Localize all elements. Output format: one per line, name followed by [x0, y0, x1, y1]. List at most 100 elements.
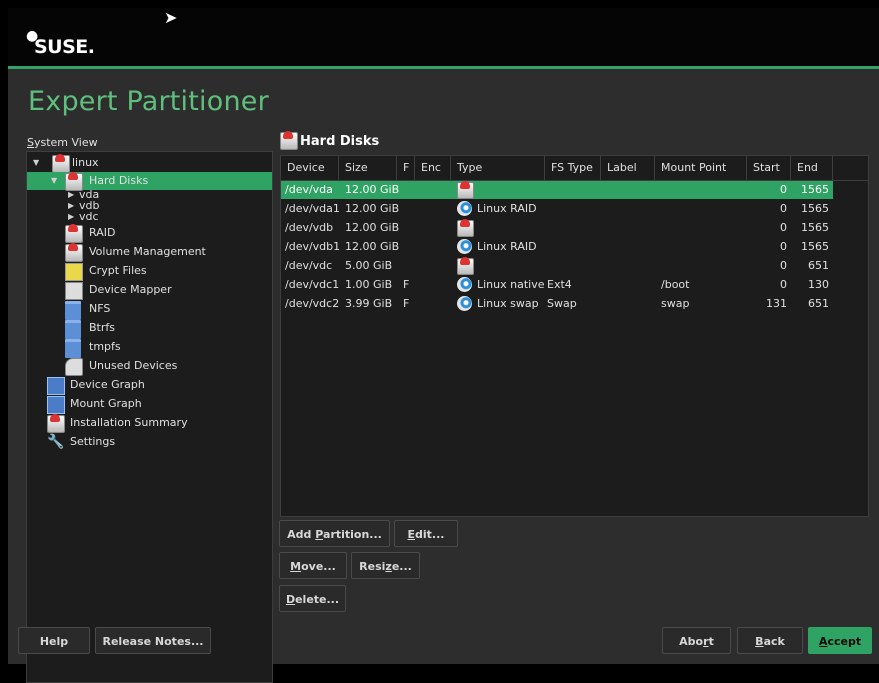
- table-row[interactable]: /dev/vdb1 12.00 GiB Linux RAID 0 1565: [281, 238, 833, 256]
- collapsed-arrow-icon[interactable]: ▶: [68, 211, 74, 223]
- table-row[interactable]: /dev/vdc2 3.99 GiB F Linux swap Swap swap 131 6…: [281, 295, 833, 313]
- tree-item-linux[interactable]: ▼ linux: [27, 154, 272, 173]
- tree-label-raid: RAID: [89, 226, 116, 239]
- main-area: Expert Partitioner System View ▼ linux ▼…: [8, 69, 879, 683]
- disk-icon: [457, 181, 474, 199]
- column-header[interactable]: Type: [451, 156, 545, 180]
- device-graph-icon: [47, 377, 65, 395]
- cell-start: 0: [780, 183, 787, 196]
- volume-management-icon: [65, 243, 83, 262]
- system-view-mnemonic: S: [27, 136, 34, 149]
- cell-type: Linux native: [477, 278, 545, 291]
- table-row[interactable]: /dev/vdb 12.00 GiB 0 1565: [281, 219, 833, 237]
- column-header[interactable]: End: [791, 156, 833, 180]
- column-header[interactable]: Enc: [415, 156, 451, 180]
- expand-arrow-icon[interactable]: ▼: [51, 172, 57, 190]
- tree-item-vdc[interactable]: ▶ vdc: [27, 211, 227, 223]
- table-row[interactable]: /dev/vda 12.00 GiB 0 1565: [281, 181, 833, 199]
- expand-arrow-icon[interactable]: ▼: [33, 154, 39, 172]
- resize-button[interactable]: Resize...: [351, 552, 420, 579]
- help-button[interactable]: Help: [18, 627, 90, 654]
- table-header: Device Size F Enc Type FS Type Label Mou…: [281, 156, 868, 181]
- button-text: elete...: [295, 593, 340, 606]
- tree-item-raid[interactable]: RAID: [27, 224, 247, 243]
- button-text: Add: [287, 528, 316, 541]
- tree-label-crypt-files: Crypt Files: [89, 264, 147, 277]
- cell-start: 131: [766, 297, 787, 310]
- tree-label-device-mapper: Device Mapper: [89, 283, 172, 296]
- cell-type: Linux RAID: [477, 202, 537, 215]
- partition-table[interactable]: Device Size F Enc Type FS Type Label Mou…: [280, 155, 869, 517]
- button-text: ack: [763, 635, 785, 648]
- table-row[interactable]: /dev/vdc1 1.00 GiB F Linux native Ext4/boot 0…: [281, 276, 833, 294]
- hard-disks-header-icon: [280, 131, 298, 150]
- button-text: dit...: [415, 528, 445, 541]
- tree-label-mount-graph: Mount Graph: [70, 397, 142, 410]
- tree-label-installation-summary: Installation Summary: [70, 416, 188, 429]
- tmpfs-folder-icon: [65, 339, 81, 358]
- button-text: ccept: [827, 635, 862, 648]
- column-header[interactable]: F: [397, 156, 415, 180]
- accept-button[interactable]: Accept: [808, 627, 872, 654]
- tree-label-btrfs: Btrfs: [89, 321, 115, 334]
- cell-f: F: [403, 297, 410, 310]
- tree-item-device-mapper[interactable]: Device Mapper: [27, 281, 247, 300]
- tree-label-unused-devices: Unused Devices: [89, 359, 178, 372]
- cell-device: /dev/vdc: [285, 259, 333, 272]
- mount-graph-icon: [47, 396, 65, 414]
- system-view-label: System View: [27, 136, 98, 149]
- suse-logo-text: SUSE.: [34, 36, 95, 58]
- button-text: e...: [391, 560, 412, 573]
- cell-end: 1565: [801, 183, 829, 196]
- tree-label-vdc: vdc: [79, 210, 99, 223]
- button-text: t: [708, 635, 714, 648]
- button-mnemonic: B: [755, 635, 764, 648]
- back-button[interactable]: Back: [737, 627, 803, 654]
- column-header[interactable]: Device: [281, 156, 339, 180]
- tree-item-tmpfs[interactable]: tmpfs: [27, 338, 247, 358]
- tree-item-mount-graph[interactable]: Mount Graph: [27, 395, 247, 414]
- cell-start: 0: [780, 221, 787, 234]
- system-view-tree[interactable]: ▼ linux ▼ Hard Disks ▶ vda ▶ vdb ▶ vdc R…: [26, 151, 273, 683]
- cell-fs-type: Swap: [547, 297, 577, 310]
- button-text: Resi: [359, 560, 386, 573]
- delete-button[interactable]: Delete...: [279, 585, 346, 612]
- suse-header-bar: ● SUSE.: [8, 8, 879, 66]
- tree-item-unused-devices[interactable]: Unused Devices: [27, 357, 247, 376]
- tree-item-hard-disks[interactable]: ▼ Hard Disks: [27, 172, 272, 191]
- cell-type: Linux RAID: [477, 240, 537, 253]
- tree-item-settings[interactable]: 🔧 Settings: [27, 433, 247, 451]
- column-header[interactable]: Start: [747, 156, 791, 180]
- unused-devices-icon: [65, 358, 83, 376]
- cell-f: F: [403, 278, 410, 291]
- column-header[interactable]: Label: [601, 156, 655, 180]
- tree-item-volume-management[interactable]: Volume Management: [27, 243, 247, 262]
- cell-device: /dev/vda1: [285, 202, 340, 215]
- btrfs-folder-icon: [65, 320, 81, 339]
- edit-button[interactable]: Edit...: [394, 520, 458, 547]
- button-mnemonic: M: [290, 560, 302, 573]
- cell-end: 651: [808, 259, 829, 272]
- tree-item-btrfs[interactable]: Btrfs: [27, 319, 247, 339]
- button-text: Abo: [679, 635, 704, 648]
- table-row[interactable]: /dev/vda1 12.00 GiB Linux RAID 0 1565: [281, 200, 833, 218]
- nfs-folder-icon: [65, 301, 81, 320]
- tree-item-nfs[interactable]: NFS: [27, 300, 247, 320]
- column-header[interactable]: Mount Point: [655, 156, 747, 180]
- abort-button[interactable]: Abort: [662, 627, 731, 654]
- tree-item-crypt-files[interactable]: Crypt Files: [27, 262, 247, 281]
- tree-label-tmpfs: tmpfs: [89, 340, 121, 353]
- tree-item-installation-summary[interactable]: Installation Summary: [27, 414, 247, 433]
- table-row[interactable]: /dev/vdc 5.00 GiB 0 651: [281, 257, 833, 275]
- column-header[interactable]: Size: [339, 156, 397, 180]
- move-button[interactable]: Move...: [279, 552, 347, 579]
- add-partition-button[interactable]: Add Partition...: [279, 520, 390, 547]
- tree-item-device-graph[interactable]: Device Graph: [27, 376, 247, 395]
- cell-start: 0: [780, 240, 787, 253]
- cell-end: 1565: [801, 202, 829, 215]
- release-notes-button[interactable]: Release Notes...: [95, 627, 211, 654]
- cell-start: 0: [780, 278, 787, 291]
- partition-icon: [457, 239, 472, 254]
- cell-end: 651: [808, 297, 829, 310]
- column-header[interactable]: FS Type: [545, 156, 601, 180]
